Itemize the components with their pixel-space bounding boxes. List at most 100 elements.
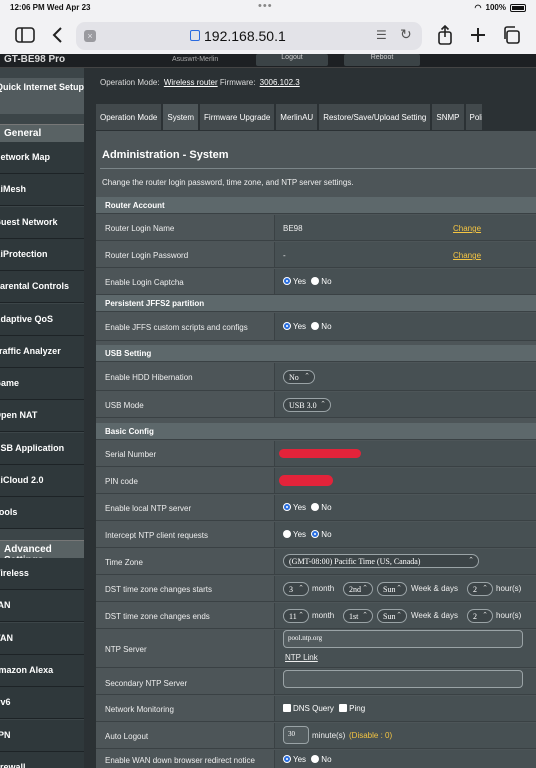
jffs-no-label: No <box>321 322 332 331</box>
usb-mode-select[interactable]: USB 3.0 ⌃ <box>283 398 331 412</box>
sidebar: Quick Internet Setup General Network Map… <box>0 68 84 768</box>
sidebar-item-game[interactable]: Game <box>0 368 84 401</box>
address-bar[interactable]: × 192.168.50.1 ☰ ↻ <box>76 22 422 50</box>
dns-query-label: DNS Query <box>293 704 334 713</box>
sidebar-item-ipv6[interactable]: IPv6 <box>0 687 84 720</box>
url-text[interactable]: 192.168.50.1 <box>204 28 286 44</box>
chevron-updown-icon: ⌃ <box>298 611 304 619</box>
reload-icon[interactable]: ↻ <box>400 26 412 43</box>
sidebar-item-traffic-analyzer[interactable]: Traffic Analyzer <box>0 335 84 368</box>
timezone-select[interactable]: (GMT-08:00) Pacific Time (US, Canada) ⌃ <box>283 554 479 568</box>
change-password-link[interactable]: Change <box>453 251 481 260</box>
firmware-label: Firmware: <box>219 78 256 87</box>
intercept-no-radio[interactable] <box>311 530 320 538</box>
dst-end-day-select[interactable]: Sun ⌃ <box>377 609 407 623</box>
more-dots-icon[interactable]: ••• <box>258 0 273 12</box>
share-icon[interactable] <box>434 24 456 46</box>
sidebar-item-aiprotection[interactable]: AiProtection <box>0 238 84 271</box>
local-ntp-yes-label: Yes <box>293 503 307 512</box>
captcha-no-label: No <box>321 277 332 286</box>
auto-logout-cell: 30 minute(s) (Disable : 0) <box>274 723 536 748</box>
intercept-yes-radio[interactable] <box>283 530 291 538</box>
ntp-link[interactable]: NTP Link <box>285 653 318 662</box>
sidebar-item-usb-application[interactable]: USB Application <box>0 432 84 465</box>
sidebar-item-amazon-alexa[interactable]: Amazon Alexa <box>0 654 84 687</box>
redaction-mark <box>279 449 361 458</box>
sidebar-item-wan[interactable]: WAN <box>0 622 84 655</box>
tab-restore-save[interactable]: Restore/Save/Upload Setting <box>319 104 431 130</box>
secondary-ntp-input[interactable] <box>283 670 523 688</box>
wan-redirect-no-label: No <box>321 755 332 764</box>
login-name-value: BE98 <box>283 224 303 233</box>
sidebar-item-aicloud-2-0[interactable]: AiCloud 2.0 <box>0 465 84 497</box>
sidebar-item-open-nat[interactable]: Open NAT <box>0 400 84 433</box>
quick-setup-button[interactable]: Quick Internet Setup <box>0 78 84 114</box>
local-ntp-yes-radio[interactable] <box>283 503 291 511</box>
intercept-label: Intercept NTP client requests <box>105 531 209 540</box>
back-icon[interactable] <box>46 24 68 46</box>
reboot-button[interactable]: Reboot <box>344 54 420 66</box>
jffs-no-radio[interactable] <box>311 322 320 330</box>
tab-close-icon[interactable]: × <box>84 30 96 42</box>
local-ntp-no-radio[interactable] <box>311 503 320 511</box>
dst-end-week-select[interactable]: 1st ⌃ <box>343 609 373 623</box>
usb-heading: USB Setting <box>96 345 536 362</box>
auto-logout-unit: minute(s) <box>312 731 346 740</box>
tab-snmp[interactable]: SNMP <box>432 104 464 130</box>
jffs-yes-radio[interactable] <box>283 322 291 330</box>
intercept-row: Intercept NTP client requests Yes No <box>96 522 536 548</box>
sidebar-item-lan[interactable]: LAN <box>0 590 84 623</box>
captcha-yes-radio[interactable] <box>283 277 291 285</box>
auto-logout-label: Auto Logout <box>105 732 149 741</box>
chevron-updown-icon: ⌃ <box>298 584 304 592</box>
tab-operation-mode[interactable]: Operation Mode <box>96 104 162 130</box>
dst-end-month-select[interactable]: 11 ⌃ <box>283 609 309 623</box>
tabs-overview-icon[interactable] <box>500 24 522 46</box>
new-tab-icon[interactable] <box>467 24 489 46</box>
login-captcha-label: Enable Login Captcha <box>105 278 184 287</box>
general-heading: General <box>0 124 84 142</box>
sidebar-item-wireless[interactable]: Wireless <box>0 558 84 590</box>
intercept-options: Yes No <box>283 530 335 539</box>
logout-button[interactable]: Logout <box>256 54 328 66</box>
wifi-icon: ◠ <box>474 3 482 12</box>
sidebar-item-firewall[interactable]: Firewall <box>0 751 84 768</box>
dst-start-month-label: month <box>312 584 335 593</box>
status-bar: 12:06 PM Wed Apr 23 ••• ◠ 100% <box>0 0 536 16</box>
dst-end-week-value: 1st <box>349 612 359 621</box>
chevron-updown-icon: ⌃ <box>396 611 402 619</box>
sidebar-item-network-map[interactable]: Network Map <box>0 142 84 174</box>
ntp-server-input[interactable]: pool.ntp.org <box>283 630 523 648</box>
jffs-heading: Persistent JFFS2 partition <box>96 295 536 312</box>
sidebar-item-adaptive-qos[interactable]: Adaptive QoS <box>0 303 84 336</box>
sidebar-item-tools[interactable]: Tools <box>0 497 84 530</box>
wan-redirect-yes-radio[interactable] <box>283 755 291 763</box>
firmware-version-link[interactable]: 3006.102.3 <box>260 78 300 87</box>
tab-policy[interactable]: Poli <box>465 104 482 130</box>
dst-start-week-select[interactable]: 2nd ⌃ <box>343 582 373 596</box>
dst-start-day-select[interactable]: Sun ⌃ <box>377 582 407 596</box>
main-panel: Administration - System Change the route… <box>96 131 536 768</box>
dns-query-checkbox[interactable] <box>283 704 291 712</box>
sidebar-item-guest-network[interactable]: Guest Network <box>0 206 84 239</box>
hibernation-value: No <box>289 373 299 382</box>
ping-checkbox[interactable] <box>339 704 348 712</box>
dst-end-cell: 11 ⌃ month 1st ⌃ Sun ⌃ Week & days 2 ⌃ hour(… <box>274 603 536 628</box>
captcha-no-radio[interactable] <box>311 277 320 285</box>
sidebar-toggle-icon[interactable] <box>14 24 36 46</box>
wan-redirect-no-radio[interactable] <box>311 755 320 763</box>
dst-start-month-select[interactable]: 3 ⌃ <box>283 582 309 596</box>
opmode-link[interactable]: Wireless router <box>164 78 218 87</box>
sidebar-item-parental-controls[interactable]: Parental Controls <box>0 271 84 304</box>
hibernation-select[interactable]: No ⌃ <box>283 370 315 384</box>
dst-start-hour-select[interactable]: 2 ⌃ <box>467 582 493 596</box>
reader-icon[interactable]: ☰ <box>376 28 387 42</box>
tab-merlinau[interactable]: MerlinAU <box>276 104 318 130</box>
tab-firmware-upgrade[interactable]: Firmware Upgrade <box>200 104 275 130</box>
dst-end-hour-select[interactable]: 2 ⌃ <box>467 609 493 623</box>
sidebar-item-vpn[interactable]: VPN <box>0 719 84 752</box>
tab-system[interactable]: System <box>163 104 199 130</box>
change-login-name-link[interactable]: Change <box>453 224 481 233</box>
auto-logout-input[interactable]: 30 <box>283 726 309 744</box>
sidebar-item-aimesh[interactable]: AiMesh <box>0 174 84 207</box>
